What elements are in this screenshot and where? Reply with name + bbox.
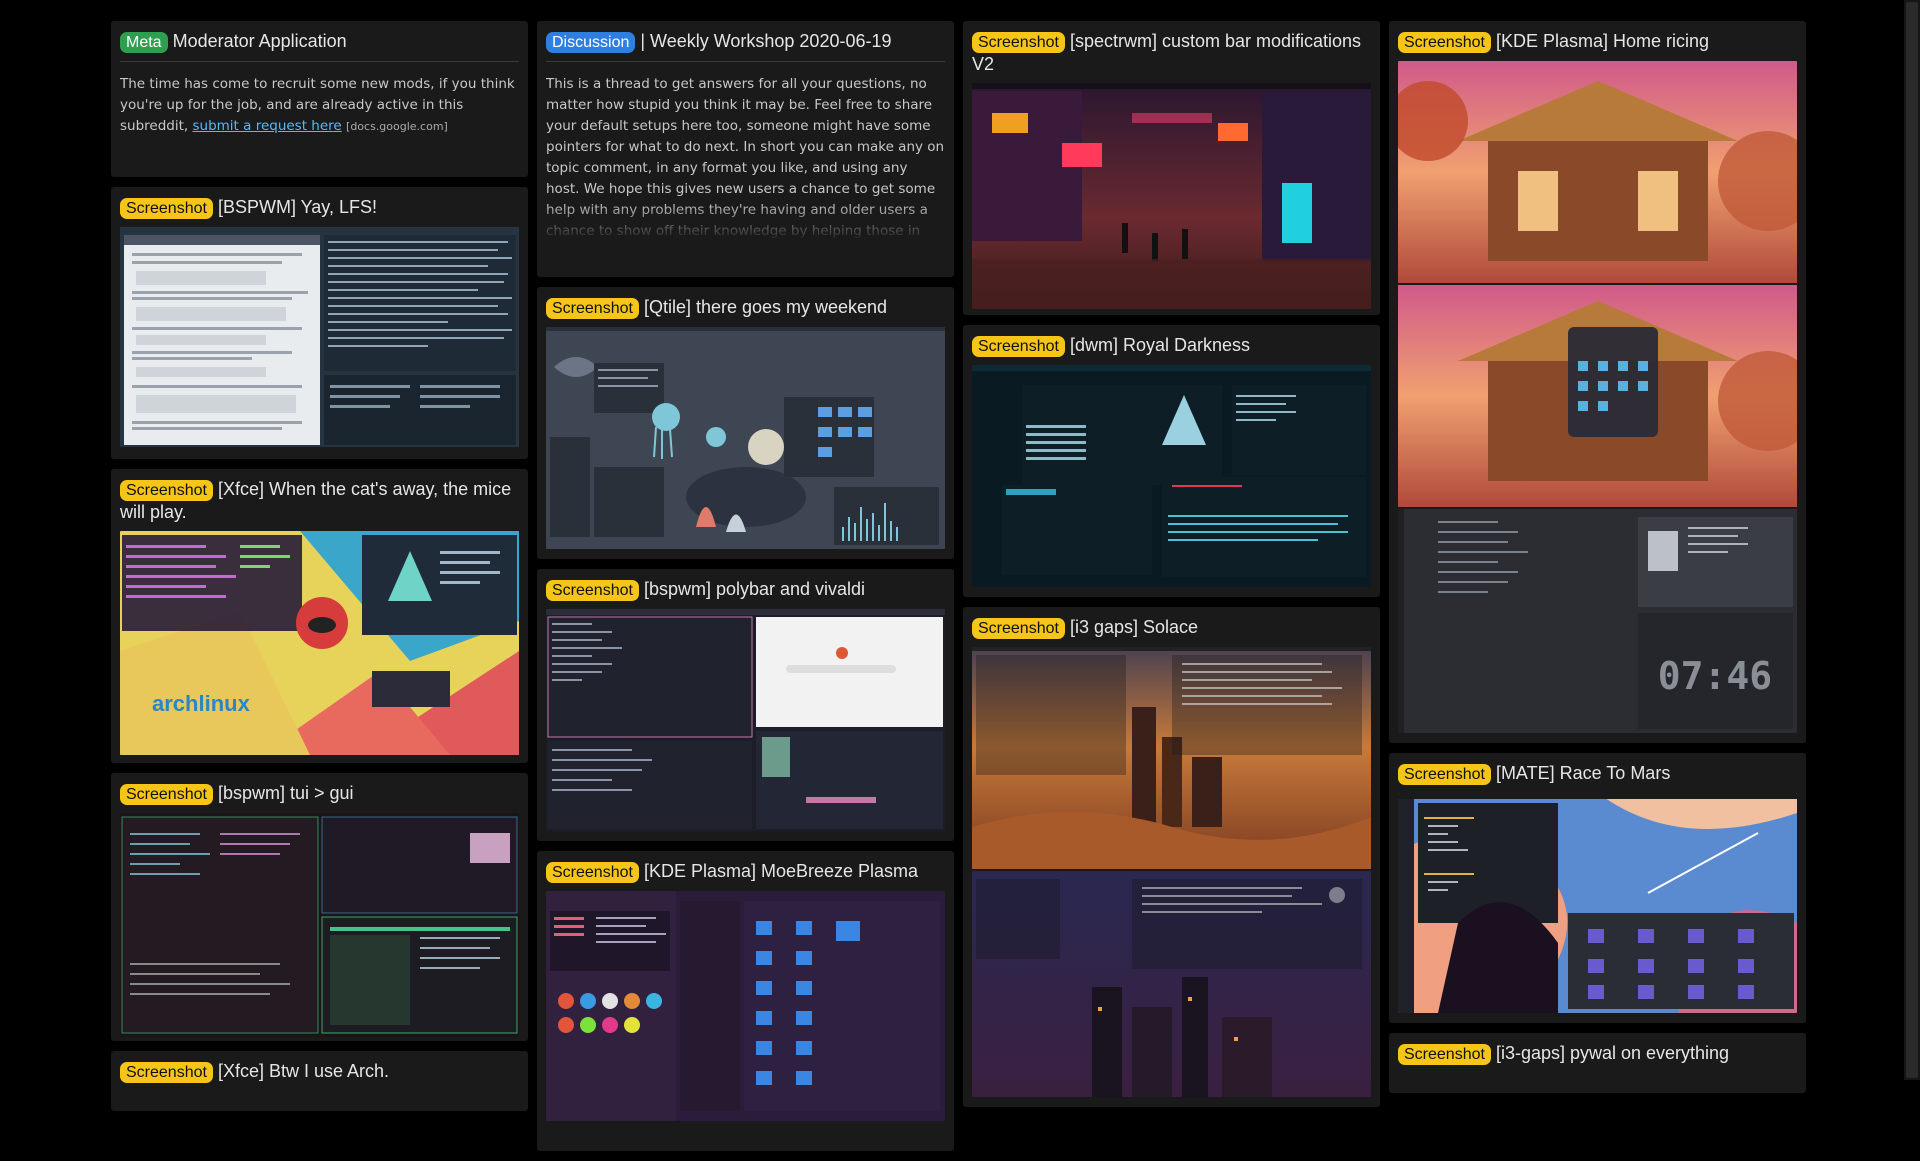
flair-screenshot[interactable]: Screenshot — [1398, 1044, 1491, 1065]
post-card-weekly-workshop[interactable]: Discussion | Weekly Workshop 2020-06-19 T… — [537, 21, 954, 277]
post-title-text[interactable]: [Xfce] Btw I use Arch. — [218, 1061, 389, 1081]
flair-screenshot[interactable]: Screenshot — [120, 198, 213, 219]
post-title-text[interactable]: [i3-gaps] pywal on everything — [1496, 1043, 1729, 1063]
post-title[interactable]: Screenshot [BSPWM] Yay, LFS! — [120, 196, 519, 219]
post-title-text[interactable]: [KDE Plasma] Home ricing — [1496, 31, 1709, 51]
post-title-text[interactable]: [dwm] Royal Darkness — [1070, 335, 1250, 355]
divider — [546, 61, 945, 62]
post-card-qtile[interactable]: Screenshot [Qtile] there goes my weekend — [537, 287, 954, 559]
flair-screenshot[interactable]: Screenshot — [1398, 764, 1491, 785]
kde-home-image: 07:46 — [1398, 61, 1797, 733]
post-title[interactable]: Screenshot [Qtile] there goes my weekend — [546, 296, 945, 319]
post-card-moderator-application[interactable]: Meta Moderator Application The time has c… — [111, 21, 528, 177]
archlinux-logo: archlinux — [152, 691, 251, 716]
post-title-text[interactable]: Moderator Application — [173, 31, 347, 51]
post-thumbnail[interactable] — [546, 609, 945, 831]
column-4: Screenshot [KDE Plasma] Home ricing 07:4… — [1389, 21, 1806, 1103]
submit-request-link[interactable]: submit a request here — [192, 118, 341, 134]
flair-meta[interactable]: Meta — [120, 32, 168, 53]
post-title[interactable]: Meta Moderator Application — [120, 30, 519, 53]
post-title[interactable]: Screenshot [bspwm] tui > gui — [120, 782, 519, 805]
tui-desktop-image — [120, 813, 519, 1037]
post-title[interactable]: Screenshot [i3 gaps] Solace — [972, 616, 1371, 639]
post-title[interactable]: Screenshot [MATE] Race To Mars — [1398, 762, 1797, 785]
column-2: Discussion | Weekly Workshop 2020-06-19 T… — [537, 21, 954, 1161]
post-thumbnail[interactable] — [972, 83, 1371, 309]
flair-screenshot[interactable]: Screenshot — [546, 298, 639, 319]
post-body: This is a thread to get answers for all … — [546, 74, 945, 242]
post-title[interactable]: Screenshot [KDE Plasma] MoeBreeze Plasma — [546, 860, 945, 883]
post-title[interactable]: Discussion | Weekly Workshop 2020-06-19 — [546, 30, 945, 53]
post-card-xfce-btw[interactable]: Screenshot [Xfce] Btw I use Arch. — [111, 1051, 528, 1111]
post-card-dwm[interactable]: Screenshot [dwm] Royal Darkness — [963, 325, 1380, 597]
post-title[interactable]: Screenshot [bspwm] polybar and vivaldi — [546, 578, 945, 601]
neon-street-image — [972, 83, 1371, 309]
post-thumbnail[interactable] — [120, 813, 519, 1037]
post-card-xfce-cat[interactable]: Screenshot [Xfce] When the cat's away, th… — [111, 469, 528, 763]
flair-screenshot[interactable]: Screenshot — [120, 784, 213, 805]
post-thumbnail[interactable] — [546, 891, 945, 1121]
post-card-moebreeze[interactable]: Screenshot [KDE Plasma] MoeBreeze Plasma — [537, 851, 954, 1151]
post-body: The time has come to recruit some new mo… — [120, 74, 519, 137]
post-title-text[interactable]: [BSPWM] Yay, LFS! — [218, 197, 377, 217]
post-thumbnail[interactable] — [972, 647, 1371, 1097]
qtile-desktop-image — [546, 327, 945, 549]
mate-desktop-image — [1398, 793, 1797, 1013]
flair-screenshot[interactable]: Screenshot — [120, 480, 213, 501]
xfce-desktop-image: archlinux — [120, 531, 519, 755]
flair-discussion[interactable]: Discussion — [546, 32, 636, 53]
post-title-text[interactable]: [KDE Plasma] MoeBreeze Plasma — [644, 861, 918, 881]
flair-screenshot[interactable]: Screenshot — [972, 32, 1065, 53]
post-title[interactable]: Screenshot [Xfce] When the cat's away, th… — [120, 478, 519, 523]
post-title-text[interactable]: | Weekly Workshop 2020-06-19 — [640, 31, 891, 51]
page-scrollbar[interactable] — [1904, 0, 1920, 1080]
post-card-bspwm-tui[interactable]: Screenshot [bspwm] tui > gui — [111, 773, 528, 1041]
post-title-text[interactable]: [bspwm] tui > gui — [218, 783, 354, 803]
post-card-kde-home[interactable]: Screenshot [KDE Plasma] Home ricing 07:4… — [1389, 21, 1806, 743]
post-title[interactable]: Screenshot [dwm] Royal Darkness — [972, 334, 1371, 357]
post-title[interactable]: Screenshot [i3-gaps] pywal on everything — [1398, 1042, 1797, 1065]
post-title[interactable]: Screenshot [spectrwm] custom bar modifica… — [972, 30, 1371, 75]
post-card-bspwm-lfs[interactable]: Screenshot [BSPWM] Yay, LFS! — [111, 187, 528, 459]
i3-solace-image — [972, 647, 1371, 1097]
post-body-text: This is a thread to get answers for all … — [546, 76, 945, 239]
link-domain: [docs.google.com] — [346, 120, 448, 133]
divider — [120, 61, 519, 62]
terminal-screenshot-image — [120, 227, 519, 447]
column-3: Screenshot [spectrwm] custom bar modifica… — [963, 21, 1380, 1117]
post-card-mate[interactable]: Screenshot [MATE] Race To Mars — [1389, 753, 1806, 1023]
post-thumbnail[interactable]: archlinux — [120, 531, 519, 755]
column-1: Meta Moderator Application The time has c… — [111, 21, 528, 1121]
flair-screenshot[interactable]: Screenshot — [972, 618, 1065, 639]
post-card-spectrwm[interactable]: Screenshot [spectrwm] custom bar modifica… — [963, 21, 1380, 315]
post-title-text[interactable]: [bspwm] polybar and vivaldi — [644, 579, 865, 599]
flair-screenshot[interactable]: Screenshot — [1398, 32, 1491, 53]
post-card-i3-pywal[interactable]: Screenshot [i3-gaps] pywal on everything — [1389, 1033, 1806, 1093]
post-card-polybar-vivaldi[interactable]: Screenshot [bspwm] polybar and vivaldi — [537, 569, 954, 841]
post-thumbnail[interactable] — [972, 365, 1371, 587]
post-thumbnail[interactable] — [120, 227, 519, 447]
clock-text: 07:46 — [1658, 654, 1772, 698]
scrollbar-thumb[interactable] — [1906, 2, 1918, 1078]
post-card-i3-solace[interactable]: Screenshot [i3 gaps] Solace — [963, 607, 1380, 1107]
post-thumbnail[interactable] — [546, 327, 945, 549]
post-title-text[interactable]: [Qtile] there goes my weekend — [644, 297, 887, 317]
post-title-text[interactable]: [MATE] Race To Mars — [1496, 763, 1670, 783]
kde-moebreeze-image — [546, 891, 945, 1121]
post-thumbnail[interactable]: 07:46 — [1398, 61, 1797, 733]
polybar-desktop-image — [546, 609, 945, 831]
flair-screenshot[interactable]: Screenshot — [972, 336, 1065, 357]
post-title-text[interactable]: [i3 gaps] Solace — [1070, 617, 1198, 637]
flair-screenshot[interactable]: Screenshot — [546, 580, 639, 601]
post-title[interactable]: Screenshot [KDE Plasma] Home ricing — [1398, 30, 1797, 53]
dwm-desktop-image — [972, 365, 1371, 587]
flair-screenshot[interactable]: Screenshot — [546, 862, 639, 883]
post-thumbnail[interactable] — [1398, 793, 1797, 1013]
